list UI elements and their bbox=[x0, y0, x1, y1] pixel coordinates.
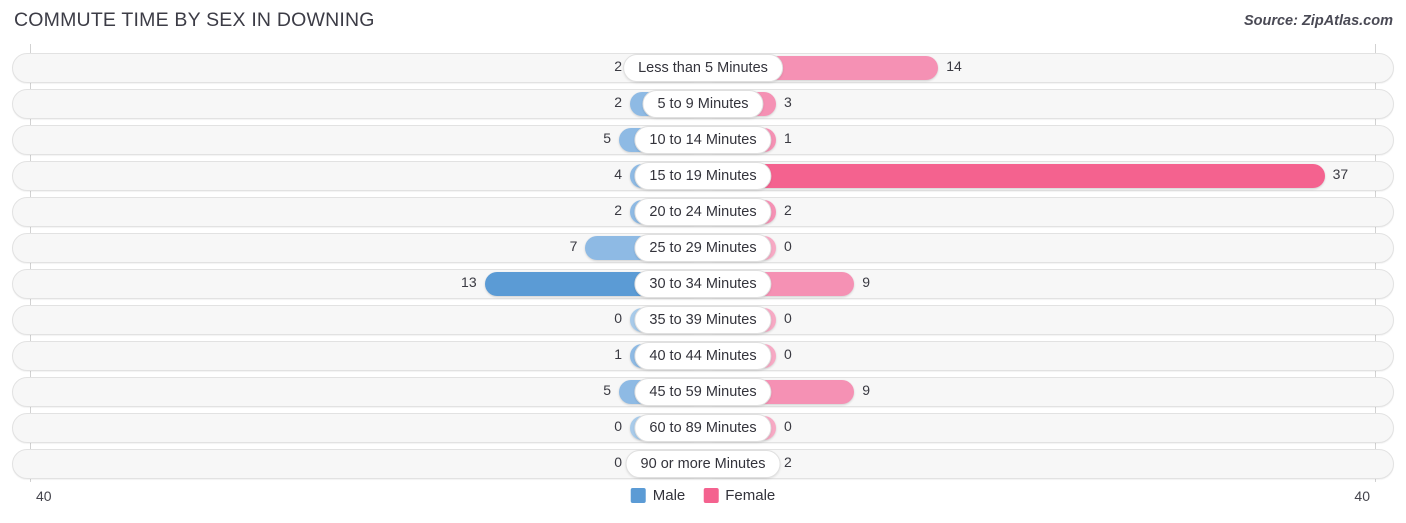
category-label-pill[interactable]: 25 to 29 Minutes bbox=[634, 234, 772, 262]
value-label-male: 1 bbox=[614, 346, 622, 362]
value-label-female: 1 bbox=[784, 130, 792, 146]
value-label-female: 3 bbox=[784, 94, 792, 110]
category-label-text: 25 to 29 Minutes bbox=[649, 239, 757, 256]
category-label-text: Less than 5 Minutes bbox=[638, 59, 768, 76]
value-label-male: 5 bbox=[603, 382, 611, 398]
value-label-female: 0 bbox=[784, 418, 792, 434]
value-label-male: 0 bbox=[614, 418, 622, 434]
chart-row: 1 0 40 to 44 Minutes bbox=[12, 341, 1394, 371]
chart-footer: 40 40 Male Female bbox=[0, 482, 1406, 523]
category-label-pill[interactable]: 20 to 24 Minutes bbox=[634, 198, 772, 226]
source-label: Source: ZipAtlas.com bbox=[1243, 13, 1393, 29]
chart-plot-area: 2 14 Less than 5 Minutes 2 3 5 to 9 Minutes 5 1… bbox=[0, 44, 1406, 482]
category-label-pill[interactable]: 10 to 14 Minutes bbox=[634, 126, 772, 154]
chart-row: 2 14 Less than 5 Minutes bbox=[12, 53, 1394, 83]
legend-label: Male bbox=[652, 487, 686, 504]
value-label-female: 0 bbox=[784, 310, 792, 326]
legend-item[interactable]: Male bbox=[630, 487, 686, 504]
category-label-pill[interactable]: 90 or more Minutes bbox=[625, 450, 781, 478]
value-label-male: 13 bbox=[461, 274, 477, 290]
bar-female[interactable] bbox=[703, 164, 1325, 188]
page-title: COMMUTE TIME BY SEX IN DOWNING bbox=[14, 9, 375, 31]
category-label-pill[interactable]: 5 to 9 Minutes bbox=[642, 90, 764, 118]
chart-page: COMMUTE TIME BY SEX IN DOWNING Source: Z… bbox=[0, 0, 1406, 523]
value-label-female: 0 bbox=[784, 346, 792, 362]
category-label-pill[interactable]: 15 to 19 Minutes bbox=[634, 162, 772, 190]
value-label-male: 7 bbox=[569, 238, 578, 254]
value-label-male: 0 bbox=[614, 454, 622, 470]
category-label-pill[interactable]: 60 to 89 Minutes bbox=[634, 414, 772, 442]
value-label-male: 2 bbox=[614, 94, 622, 110]
value-label-female: 0 bbox=[784, 238, 792, 254]
category-label-pill[interactable]: 45 to 59 Minutes bbox=[634, 378, 772, 406]
axis-tick-left: 40 bbox=[36, 488, 52, 504]
category-label-text: 20 to 24 Minutes bbox=[649, 203, 757, 220]
value-label-female: 9 bbox=[862, 382, 870, 398]
value-label-male: 4 bbox=[614, 166, 622, 182]
value-label-male: 0 bbox=[614, 310, 622, 326]
value-label-male: 2 bbox=[614, 58, 622, 74]
category-label-text: 15 to 19 Minutes bbox=[649, 167, 757, 184]
legend-swatch-icon bbox=[703, 488, 719, 503]
chart-legend: Male Female bbox=[630, 487, 775, 504]
category-label-text: 35 to 39 Minutes bbox=[649, 311, 757, 328]
value-label-male: 2 bbox=[614, 202, 622, 218]
value-label-female: 37 bbox=[1332, 166, 1349, 182]
value-label-female: 2 bbox=[784, 454, 792, 470]
category-label-text: 10 to 14 Minutes bbox=[649, 131, 757, 148]
chart-row: 0 0 35 to 39 Minutes bbox=[12, 305, 1394, 335]
chart-row: 0 0 60 to 89 Minutes bbox=[12, 413, 1394, 443]
legend-label: Female bbox=[725, 487, 776, 504]
chart-row: 0 2 90 or more Minutes bbox=[12, 449, 1394, 479]
category-label-text: 40 to 44 Minutes bbox=[649, 347, 757, 364]
chart-row: 13 9 30 to 34 Minutes bbox=[12, 269, 1394, 299]
value-label-male: 5 bbox=[603, 130, 611, 146]
category-label-text: 60 to 89 Minutes bbox=[649, 419, 757, 436]
category-label-pill[interactable]: Less than 5 Minutes bbox=[623, 54, 783, 82]
chart-header: COMMUTE TIME BY SEX IN DOWNING Source: Z… bbox=[0, 0, 1406, 44]
chart-row: 5 9 45 to 59 Minutes bbox=[12, 377, 1394, 407]
category-label-pill[interactable]: 40 to 44 Minutes bbox=[634, 342, 772, 370]
category-label-pill[interactable]: 30 to 34 Minutes bbox=[634, 270, 772, 298]
value-label-female: 14 bbox=[946, 58, 962, 74]
value-label-female: 2 bbox=[784, 202, 792, 218]
axis-tick-right: 40 bbox=[1354, 488, 1370, 504]
chart-row: 7 0 25 to 29 Minutes bbox=[12, 233, 1394, 263]
legend-item[interactable]: Female bbox=[703, 487, 775, 504]
category-label-text: 45 to 59 Minutes bbox=[649, 383, 757, 400]
value-label-female: 9 bbox=[862, 274, 870, 290]
category-label-pill[interactable]: 35 to 39 Minutes bbox=[634, 306, 772, 334]
category-label-text: 30 to 34 Minutes bbox=[649, 275, 757, 292]
chart-row: 2 2 20 to 24 Minutes bbox=[12, 197, 1394, 227]
category-label-text: 5 to 9 Minutes bbox=[657, 95, 749, 112]
chart-row: 5 1 10 to 14 Minutes bbox=[12, 125, 1394, 155]
legend-swatch-icon bbox=[630, 488, 646, 503]
chart-row: 4 37 15 to 19 Minutes bbox=[12, 161, 1394, 191]
chart-row: 2 3 5 to 9 Minutes bbox=[12, 89, 1394, 119]
category-label-text: 90 or more Minutes bbox=[640, 455, 766, 472]
